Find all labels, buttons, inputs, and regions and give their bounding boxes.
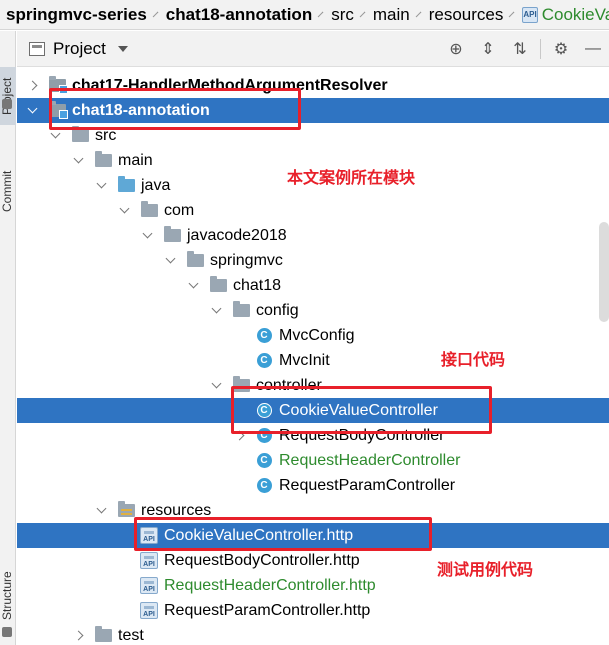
chevron-down-icon[interactable] bbox=[118, 198, 130, 223]
package-icon bbox=[209, 273, 227, 298]
tree-item-label: test bbox=[118, 626, 144, 644]
chevron-down-icon[interactable] bbox=[187, 273, 199, 298]
tree-row[interactable]: javacode2018 bbox=[17, 223, 609, 248]
tree-item-label: main bbox=[118, 151, 153, 169]
api-file-icon: API bbox=[140, 598, 158, 623]
tree-row[interactable]: springmvc bbox=[17, 248, 609, 273]
tree-item-label: chat18 bbox=[233, 276, 282, 294]
tree-item-label: springmvc bbox=[210, 251, 283, 269]
annotation-interface-note: 接口代码 bbox=[441, 350, 506, 369]
chevron-down-icon[interactable] bbox=[72, 148, 84, 173]
chevron-right-icon[interactable] bbox=[26, 73, 38, 98]
project-view-icon bbox=[29, 41, 45, 56]
package-icon bbox=[163, 223, 181, 248]
package-icon bbox=[140, 198, 158, 223]
breadcrumb-separator-icon bbox=[509, 11, 515, 18]
chevron-down-icon[interactable] bbox=[26, 98, 38, 123]
tree-item-label: MvcConfig bbox=[279, 326, 355, 344]
chevron-down-icon[interactable] bbox=[117, 45, 128, 52]
vertical-scrollbar[interactable] bbox=[599, 222, 609, 322]
tree-item-label: RequestParamController bbox=[279, 476, 456, 494]
annotation-test-note: 测试用例代码 bbox=[437, 560, 534, 579]
breadcrumb-item-resources[interactable]: resources bbox=[429, 5, 504, 25]
chevron-down-icon[interactable] bbox=[141, 223, 153, 248]
folder-icon bbox=[94, 623, 112, 645]
gear-icon[interactable]: ⚙ bbox=[545, 31, 577, 67]
toolbar-divider bbox=[540, 39, 541, 59]
class-icon: C bbox=[255, 323, 273, 348]
tree-row[interactable]: config bbox=[17, 298, 609, 323]
left-tool-stripe: Project Commit Structure bbox=[0, 31, 16, 645]
breadcrumb-item-src[interactable]: src bbox=[331, 5, 354, 25]
breadcrumb: springmvc-series chat18-annotation src m… bbox=[0, 0, 609, 30]
tree-item-label: MvcInit bbox=[279, 351, 330, 369]
tree-item-label: RequestParamController.http bbox=[164, 601, 371, 619]
tree-row[interactable]: C MvcInit bbox=[17, 348, 609, 373]
tree-row[interactable]: C RequestParamController bbox=[17, 473, 609, 498]
breadcrumb-item-module[interactable]: chat18-annotation bbox=[166, 5, 312, 25]
collapse-all-icon[interactable]: ⇅ bbox=[504, 31, 536, 67]
tree-item-label: RequestBodyController.http bbox=[164, 551, 360, 569]
class-icon: C bbox=[255, 348, 273, 373]
project-view-title[interactable]: Project bbox=[53, 39, 106, 59]
structure-tab-icon bbox=[2, 627, 12, 637]
breadcrumb-item-project[interactable]: springmvc-series bbox=[6, 5, 147, 25]
chevron-down-icon[interactable] bbox=[164, 248, 176, 273]
breadcrumb-separator-icon bbox=[359, 11, 366, 18]
tree-item-label: java bbox=[141, 176, 171, 194]
annotation-box-http-file bbox=[134, 517, 432, 551]
api-file-icon: API bbox=[140, 548, 158, 573]
breadcrumb-item-main[interactable]: main bbox=[373, 5, 410, 25]
tree-item-label: RequestHeaderController.http bbox=[164, 576, 376, 594]
chevron-down-icon[interactable] bbox=[210, 298, 222, 323]
project-tool-tab[interactable]: Project bbox=[0, 67, 16, 125]
breadcrumb-separator-icon bbox=[317, 11, 324, 18]
chevron-right-icon[interactable] bbox=[72, 623, 84, 645]
annotation-box-module bbox=[49, 88, 301, 130]
chevron-down-icon[interactable] bbox=[95, 498, 107, 523]
folder-icon bbox=[94, 148, 112, 173]
class-icon: C bbox=[255, 448, 273, 473]
tree-item-label: config bbox=[256, 301, 299, 319]
tree-row[interactable]: com bbox=[17, 198, 609, 223]
tree-row[interactable]: C RequestHeaderController bbox=[17, 448, 609, 473]
tree-row[interactable]: test bbox=[17, 623, 609, 645]
class-icon: C bbox=[255, 473, 273, 498]
tree-item-label: javacode2018 bbox=[187, 226, 287, 244]
locate-icon[interactable]: ⊕ bbox=[440, 31, 472, 67]
package-icon bbox=[232, 298, 250, 323]
tree-row[interactable]: C MvcConfig bbox=[17, 323, 609, 348]
breadcrumb-separator-icon bbox=[415, 11, 422, 18]
tree-row[interactable]: API RequestParamController.http bbox=[17, 598, 609, 623]
project-tab-icon bbox=[2, 99, 12, 109]
expand-all-icon[interactable]: ⇕ bbox=[472, 31, 504, 67]
breadcrumb-item-file[interactable]: CookieVa bbox=[542, 5, 609, 25]
api-file-icon: API bbox=[140, 573, 158, 598]
tree-item-label: com bbox=[164, 201, 195, 219]
chevron-down-icon[interactable] bbox=[210, 373, 222, 398]
tree-item-label: RequestHeaderController bbox=[279, 451, 461, 469]
chevron-down-icon[interactable] bbox=[95, 173, 107, 198]
api-file-icon: API bbox=[522, 6, 538, 23]
source-folder-icon bbox=[117, 173, 135, 198]
project-toolwindow-header: Project ⊕ ⇕ ⇅ ⚙ — bbox=[17, 31, 609, 67]
minimize-icon[interactable]: — bbox=[577, 31, 609, 67]
annotation-module-note: 本文案例所在模块 bbox=[287, 168, 416, 187]
resources-folder-icon bbox=[117, 498, 135, 523]
tree-row[interactable]: chat18 bbox=[17, 273, 609, 298]
breadcrumb-separator-icon bbox=[152, 11, 159, 18]
commit-tool-tab[interactable]: Commit bbox=[0, 159, 16, 223]
package-icon bbox=[186, 248, 204, 273]
annotation-box-controller bbox=[231, 386, 492, 434]
